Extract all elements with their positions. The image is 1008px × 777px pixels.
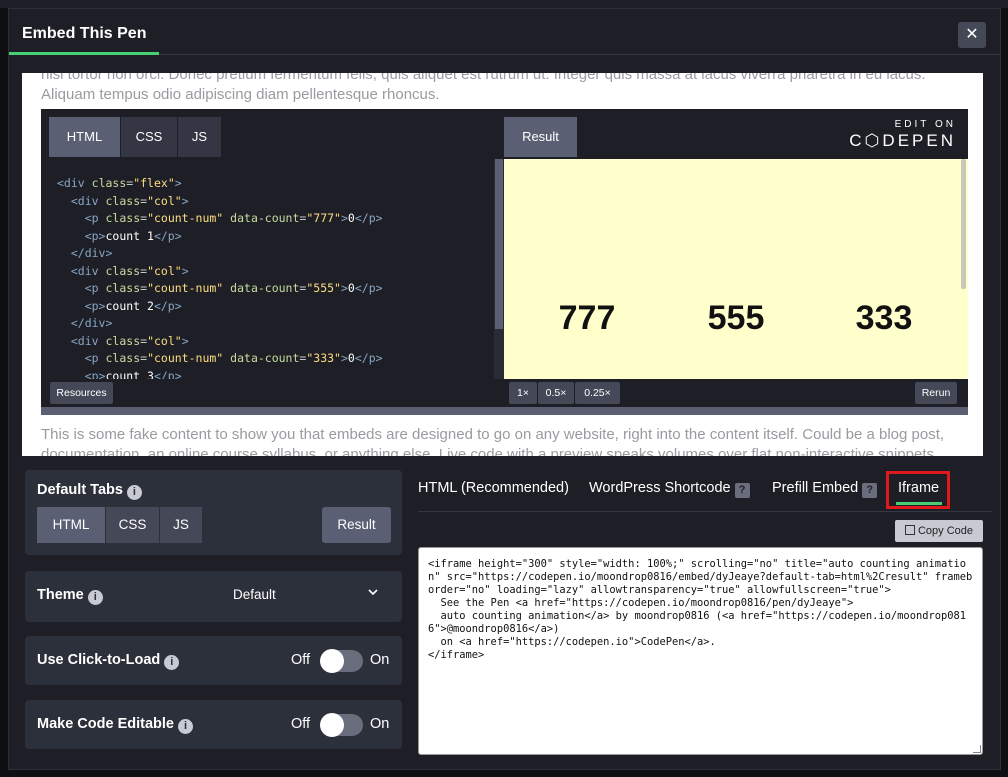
help-icon[interactable]: ? [734, 483, 750, 498]
embed-bottom-bar [41, 407, 968, 415]
default-tab-html[interactable]: HTML [37, 507, 105, 543]
close-button[interactable]: ✕ [958, 22, 986, 48]
default-tabs-label: Default Tabs i [37, 482, 142, 500]
embed-tab-bar: HTML CSS JS Result EDIT ON C⬡DEPEN [41, 109, 968, 159]
tabs-divider [418, 511, 992, 512]
toggle-off-label: Off [291, 716, 311, 732]
code-editable-toggle[interactable] [320, 713, 363, 737]
codepen-logo[interactable]: EDIT ON C⬡DEPEN [849, 119, 956, 151]
toggle-on-label: On [370, 716, 390, 732]
code-editable-card: Make Code Editable i Off On [25, 700, 402, 749]
background-toolbar [0, 0, 1008, 8]
code-tab-html[interactable]: HTML (Recommended) [418, 480, 569, 496]
copy-code-button[interactable]: Copy Code [895, 520, 983, 542]
result-scrollbar[interactable] [961, 159, 966, 289]
toggle-knob[interactable] [320, 713, 344, 737]
rerun-button[interactable]: Rerun [915, 382, 957, 404]
default-tab-css[interactable]: CSS [106, 507, 159, 543]
default-tab-result[interactable]: Result [322, 507, 391, 543]
code-tab-prefill[interactable]: Prefill Embed? [772, 480, 878, 498]
info-icon[interactable]: i [126, 485, 142, 500]
toggle-on-label: On [370, 652, 390, 668]
default-tab-js[interactable]: JS [160, 507, 202, 543]
toggle-knob[interactable] [320, 649, 344, 673]
theme-card[interactable]: Theme i Default [25, 571, 402, 622]
embed-tab-result[interactable]: Result [504, 117, 578, 157]
embed-tab-js[interactable]: JS [178, 117, 222, 157]
resources-button[interactable]: Resources [50, 382, 113, 404]
info-icon[interactable]: i [177, 719, 193, 734]
result-count-1: 777 [558, 299, 616, 337]
zoom-05x-button[interactable]: 0.5× [538, 382, 574, 404]
zoom-1x-button[interactable]: 1× [509, 382, 537, 404]
toggle-off-label: Off [291, 652, 311, 668]
html-code-pane[interactable]: <div class="flex"> <div class="col"> <p … [41, 159, 494, 379]
click-to-load-card: Use Click-to-Load i Off On [25, 636, 402, 685]
result-count-3: 333 [855, 299, 913, 337]
copy-icon [904, 525, 915, 535]
click-to-load-label: Use Click-to-Load i [37, 652, 180, 670]
code-editable-label: Make Code Editable i [37, 716, 193, 734]
embed-tab-css[interactable]: CSS [121, 117, 178, 157]
help-icon[interactable]: ? [862, 483, 878, 498]
embed-preview: nisi tortor non orci. Donec pretium ferm… [22, 73, 983, 456]
fake-content-top: nisi tortor non orci. Donec pretium ferm… [41, 73, 926, 103]
resize-grip-icon[interactable] [973, 745, 981, 753]
code-tab-wordpress[interactable]: WordPress Shortcode? [589, 480, 750, 498]
result-count-2: 555 [707, 299, 765, 337]
chevron-down-icon[interactable] [368, 587, 378, 597]
iframe-code-textarea[interactable]: <iframe height="300" style="width: 100%;… [418, 547, 983, 755]
html-code: <div class="flex"> <div class="col"> <p … [57, 176, 383, 379]
highlight-box [886, 471, 950, 509]
code-scrollbar-thumb[interactable] [495, 159, 503, 329]
codepen-edit-text: EDIT ON [894, 119, 956, 130]
info-icon[interactable]: i [87, 590, 103, 605]
embed-tab-html[interactable]: HTML [49, 117, 121, 157]
zoom-025x-button[interactable]: 0.25× [575, 382, 620, 404]
theme-select-value[interactable]: Default [233, 587, 276, 602]
info-icon[interactable]: i [164, 655, 180, 670]
click-to-load-toggle[interactable] [320, 649, 363, 673]
codepen-wordmark: C⬡DEPEN [849, 131, 956, 150]
embed-modal: Embed This Pen ✕ nisi tortor non orci. D… [8, 8, 1001, 770]
modal-header: Embed This Pen ✕ [9, 9, 1000, 55]
default-tabs-card: Default Tabs i HTML CSS JS Result [25, 470, 402, 555]
code-scrollbar[interactable] [494, 159, 504, 379]
pen-embed: HTML CSS JS Result EDIT ON C⬡DEPEN <div … [41, 109, 968, 415]
theme-label: Theme i [37, 587, 103, 605]
fake-content-bottom: This is some fake content to show you th… [41, 426, 945, 456]
modal-title: Embed This Pen [9, 9, 160, 55]
result-pane[interactable]: 777 555 333 [504, 159, 968, 379]
